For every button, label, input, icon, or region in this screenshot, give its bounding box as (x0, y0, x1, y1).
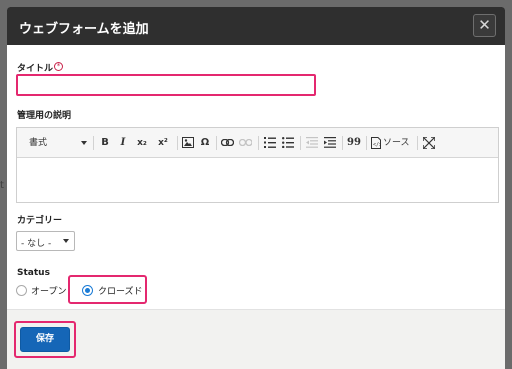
maximize-icon[interactable] (423, 137, 435, 149)
status-open-radio[interactable] (16, 285, 27, 296)
title-field-label: タイトル * (17, 61, 64, 74)
blockquote-button[interactable]: 99 (347, 136, 361, 150)
image-icon[interactable] (182, 137, 194, 148)
svg-text:</>: </> (373, 142, 381, 148)
description-textarea[interactable] (17, 158, 498, 202)
toolbar-divider (93, 136, 94, 150)
title-input[interactable] (16, 74, 316, 96)
unlink-icon[interactable] (239, 139, 252, 146)
format-dropdown[interactable]: 書式 (29, 136, 47, 150)
special-char-button[interactable]: Ω (199, 136, 211, 150)
category-select[interactable]: - なし - (16, 231, 75, 251)
save-button[interactable]: 保存 (20, 327, 70, 352)
bulleted-list-icon[interactable] (282, 137, 294, 148)
italic-button[interactable]: I (117, 136, 129, 150)
chevron-down-icon (63, 239, 69, 243)
dialog-header: ウェブフォームを追加 ✕ (7, 7, 505, 45)
toolbar-divider (342, 136, 343, 150)
format-dropdown-label: 書式 (29, 138, 48, 148)
status-field-label: Status (17, 268, 50, 278)
source-button[interactable]: ソース (383, 136, 411, 150)
link-icon[interactable] (221, 139, 234, 146)
toolbar-divider (417, 136, 418, 150)
toolbar-divider (177, 136, 178, 150)
required-icon: * (54, 62, 64, 71)
superscript-button[interactable]: x² (155, 136, 171, 150)
toolbar-divider (258, 136, 259, 150)
dialog-footer: 保存 (7, 309, 505, 369)
description-field-label: 管理用の説明 (17, 111, 72, 121)
close-button[interactable]: ✕ (473, 14, 496, 37)
numbered-list-icon[interactable] (264, 137, 276, 148)
source-icon: </> (371, 137, 381, 149)
editor-toolbar: 書式 B I x₂ x² Ω 99 </> ソース (17, 128, 498, 158)
status-closed-highlight (68, 275, 147, 304)
category-selected-value: - なし - (21, 239, 52, 249)
category-field-label: カテゴリー (17, 216, 63, 226)
description-editor: 書式 B I x₂ x² Ω 99 </> ソース (16, 127, 499, 203)
indent-icon[interactable] (324, 137, 336, 148)
status-open-label: オープン (31, 287, 67, 297)
toolbar-divider (366, 136, 367, 150)
subscript-button[interactable]: x₂ (134, 136, 150, 150)
dialog-body: タイトル * 管理用の説明 書式 B I x₂ x² Ω 99 </> ソース … (7, 45, 505, 309)
toolbar-divider (216, 136, 217, 150)
bold-button[interactable]: B (99, 136, 111, 150)
toolbar-divider (300, 136, 301, 150)
close-icon: ✕ (478, 16, 491, 34)
background-page-text: t (0, 180, 4, 191)
outdent-icon[interactable] (306, 137, 318, 148)
chevron-down-icon (81, 141, 87, 145)
add-webform-dialog: ウェブフォームを追加 ✕ タイトル* 管理用の説明 書式 B I x₂ x² (7, 7, 505, 369)
dialog-title: ウェブフォームを追加 (19, 22, 149, 37)
title-label-text: タイトル (17, 64, 54, 74)
